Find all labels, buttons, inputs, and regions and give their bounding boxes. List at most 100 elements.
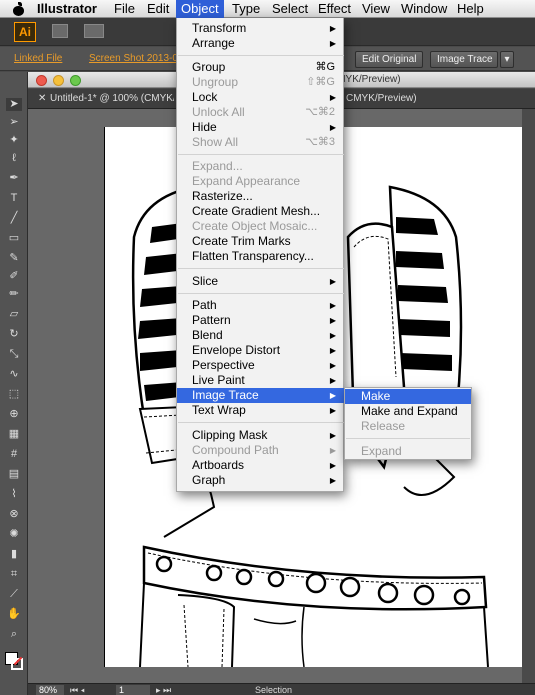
next-artboard-icon[interactable]: ▸ ⏭ (156, 685, 171, 695)
menu-window[interactable]: Window (396, 0, 452, 18)
menu-item-arrange[interactable]: Arrange ▶ (177, 36, 345, 51)
submenu-arrow-icon: ▶ (329, 446, 336, 455)
shortcut-label: ⌥⌘3 (305, 136, 335, 148)
zoom-tool-icon[interactable]: ⌕ (6, 628, 22, 641)
close-tab-icon[interactable]: ✕ (38, 89, 46, 109)
submenu-item-make[interactable]: Make (345, 389, 471, 404)
menu-file[interactable]: File (109, 0, 140, 18)
menu-edit[interactable]: Edit (142, 0, 174, 18)
slice-tool-icon[interactable]: ⟋ (6, 588, 22, 601)
artboard-number-field[interactable]: 1 (116, 685, 150, 695)
menu-item-create-object-mosaic: Create Object Mosaic... (192, 219, 318, 233)
gradient-tool-icon[interactable]: ▤ (6, 468, 22, 481)
perspective-grid-tool-icon[interactable]: ▦ (6, 428, 22, 441)
menu-item-live-paint[interactable]: Live Paint ▶ (177, 373, 345, 388)
menu-separator (178, 293, 344, 294)
paintbrush-tool-icon[interactable]: ✎ (6, 252, 22, 265)
warp-tool-icon[interactable]: ∿ (6, 368, 22, 381)
shortcut-label: ⌥⌘2 (305, 106, 335, 118)
scale-tool-icon[interactable]: ⤡ (6, 348, 22, 361)
arrange-documents-icon[interactable] (84, 24, 104, 38)
menu-item-graph[interactable]: Graph ▶ (177, 473, 345, 488)
menu-item-ungroup: Ungroup ⇧⌘G (192, 75, 335, 89)
menu-app-name[interactable]: Illustrator (32, 0, 102, 18)
zoom-window-icon[interactable] (70, 75, 81, 86)
symbol-sprayer-tool-icon[interactable]: ✺ (6, 528, 22, 541)
menu-item-image-trace[interactable]: Image Trace ▶ (177, 388, 345, 403)
first-artboard-icon[interactable]: ⏮ ◂ (70, 685, 85, 695)
menu-item-compound-path: Compound Path ▶ (192, 443, 336, 457)
type-tool-icon[interactable]: T (6, 192, 22, 205)
blend-tool-icon[interactable]: ⊗ (6, 508, 22, 521)
menu-item-rasterize[interactable]: Rasterize... (177, 189, 345, 204)
magic-wand-tool-icon[interactable]: ✦ (6, 134, 22, 147)
vertical-scrollbar[interactable] (522, 109, 535, 683)
zoom-level-field[interactable]: 80% (36, 685, 64, 695)
eyedropper-tool-icon[interactable]: ⌇ (6, 488, 22, 501)
image-trace-preset-dropdown[interactable]: ▾ (500, 51, 514, 68)
artboard-tool-icon[interactable]: ⌗ (6, 568, 22, 581)
menu-item-group[interactable]: Group ⌘G (177, 60, 345, 75)
line-tool-icon[interactable]: ╱ (6, 212, 22, 225)
blob-brush-tool-icon[interactable]: ✏ (6, 288, 22, 301)
image-trace-button[interactable]: Image Trace (430, 51, 498, 68)
rectangle-tool-icon[interactable]: ▭ (6, 232, 22, 245)
menu-item-pattern[interactable]: Pattern ▶ (177, 313, 345, 328)
close-window-icon[interactable] (36, 75, 47, 86)
document-tab-suffix: CMYK/Preview) (346, 93, 417, 104)
submenu-arrow-icon: ▶ (329, 24, 336, 33)
hand-tool-icon[interactable]: ✋ (6, 608, 22, 621)
pen-tool-icon[interactable]: ✒ (6, 172, 22, 185)
menu-object[interactable]: Object (176, 0, 224, 18)
submenu-arrow-icon: ▶ (329, 406, 336, 415)
submenu-arrow-icon: ▶ (329, 39, 336, 48)
menu-view[interactable]: View (357, 0, 395, 18)
mac-menu-bar: Illustrator File Edit Object Type Select… (0, 0, 535, 18)
object-menu-dropdown: Transform ▶ Arrange ▶ Group ⌘G Ungroup ⇧⌘G L… (176, 18, 345, 492)
bridge-icon[interactable] (52, 24, 68, 38)
apple-icon[interactable] (12, 2, 25, 16)
menu-item-expand-appearance: Expand Appearance (192, 174, 301, 188)
document-tab[interactable]: Untitled-1* @ 100% (CMYK/Preview) (50, 89, 174, 109)
menu-separator (346, 438, 470, 439)
submenu-arrow-icon: ▶ (329, 376, 336, 385)
menu-item-path[interactable]: Path ▶ (177, 298, 345, 313)
mesh-tool-icon[interactable]: # (6, 448, 22, 461)
menu-item-create-gradient-mesh[interactable]: Create Gradient Mesh... (177, 204, 345, 219)
menu-type[interactable]: Type (227, 0, 265, 18)
minimize-window-icon[interactable] (53, 75, 64, 86)
submenu-item-make-and-expand[interactable]: Make and Expand (345, 404, 471, 419)
rotate-tool-icon[interactable]: ↻ (6, 328, 22, 341)
submenu-item-release: Release (361, 419, 406, 433)
menu-separator (178, 55, 344, 56)
menu-help[interactable]: Help (452, 0, 489, 18)
submenu-arrow-icon: ▶ (329, 123, 336, 132)
eraser-tool-icon[interactable]: ▱ (6, 308, 22, 321)
menu-item-blend[interactable]: Blend ▶ (177, 328, 345, 343)
menu-item-envelope-distort[interactable]: Envelope Distort ▶ (177, 343, 345, 358)
menu-item-hide[interactable]: Hide ▶ (177, 120, 345, 135)
shape-builder-tool-icon[interactable]: ⊕ (6, 408, 22, 421)
menu-item-perspective[interactable]: Perspective ▶ (177, 358, 345, 373)
shortcut-label: ⌘G (315, 61, 335, 73)
menu-item-flatten-transparency[interactable]: Flatten Transparency... (177, 249, 345, 264)
menu-separator (178, 268, 344, 269)
direct-selection-tool-icon[interactable]: ➢ (6, 116, 22, 129)
linked-file-link[interactable]: Linked File (14, 53, 62, 64)
menu-select[interactable]: Select (267, 0, 313, 18)
lasso-tool-icon[interactable]: ℓ (6, 152, 22, 165)
menu-item-transform[interactable]: Transform ▶ (177, 21, 345, 36)
menu-item-lock[interactable]: Lock ▶ (177, 90, 345, 105)
edit-original-button[interactable]: Edit Original (355, 51, 423, 68)
menu-item-slice[interactable]: Slice ▶ (177, 274, 345, 289)
menu-item-artboards[interactable]: Artboards ▶ (177, 458, 345, 473)
pencil-tool-icon[interactable]: ✐ (6, 270, 22, 283)
menu-item-text-wrap[interactable]: Text Wrap ▶ (177, 403, 345, 418)
menu-item-clipping-mask[interactable]: Clipping Mask ▶ (177, 428, 345, 443)
submenu-arrow-icon: ▶ (329, 346, 336, 355)
free-transform-tool-icon[interactable]: ⬚ (6, 388, 22, 401)
selection-tool-icon[interactable]: ➤ (6, 98, 22, 111)
menu-effect[interactable]: Effect (313, 0, 356, 18)
column-graph-tool-icon[interactable]: ▮ (6, 548, 22, 561)
menu-item-create-trim-marks[interactable]: Create Trim Marks (177, 234, 345, 249)
